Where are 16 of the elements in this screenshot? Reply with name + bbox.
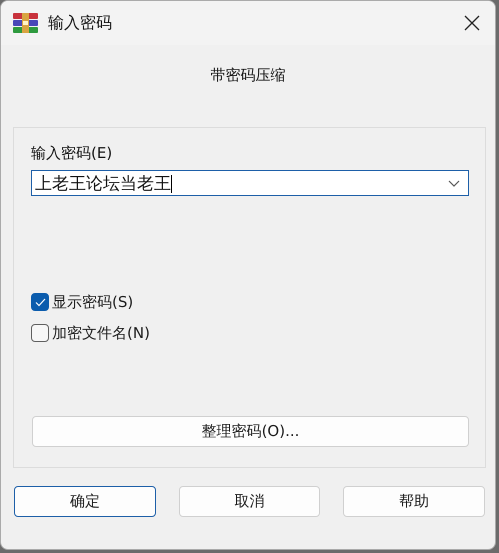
field-label: 输入密码(E): [31, 144, 114, 164]
help-button[interactable]: 帮助: [343, 486, 486, 517]
organize-passwords-button[interactable]: 整理密码(O)...: [32, 416, 469, 447]
cancel-button[interactable]: 取消: [178, 486, 320, 517]
checkmark-icon: [34, 298, 46, 306]
close-icon[interactable]: [464, 15, 480, 31]
checkbox[interactable]: [31, 293, 49, 311]
dialog-heading: 带密码压缩: [210, 66, 286, 86]
password-field[interactable]: 上老王论坛当老王: [31, 170, 469, 196]
ok-button[interactable]: 确定: [14, 486, 156, 517]
window-title: 输入密码: [48, 12, 113, 34]
checkbox-label[interactable]: 加密文件名(N): [52, 324, 150, 342]
checkbox-label[interactable]: 显示密码(S): [52, 292, 134, 312]
chevron-down-icon[interactable]: [448, 180, 460, 186]
archive-icon: [13, 13, 38, 33]
checkbox[interactable]: [31, 324, 49, 342]
